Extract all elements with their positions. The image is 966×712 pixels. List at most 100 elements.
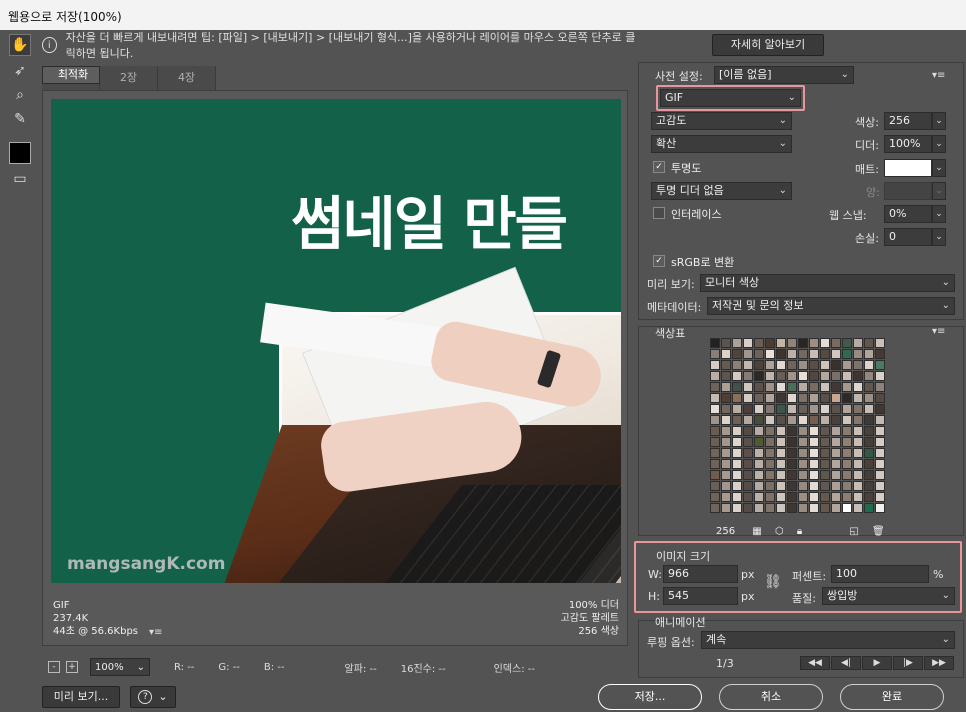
color-swatch[interactable] (743, 360, 753, 370)
color-swatch[interactable] (765, 338, 775, 348)
color-swatch[interactable] (710, 481, 720, 491)
color-swatch[interactable] (875, 349, 885, 359)
color-swatch[interactable] (842, 470, 852, 480)
color-swatch[interactable] (721, 470, 731, 480)
color-swatch[interactable] (820, 503, 830, 513)
color-swatch[interactable] (787, 448, 797, 458)
cancel-button[interactable]: 취소 (719, 684, 823, 710)
color-swatch[interactable] (787, 371, 797, 381)
color-swatch[interactable] (732, 437, 742, 447)
color-swatch[interactable] (842, 371, 852, 381)
color-swatch[interactable] (721, 459, 731, 469)
color-swatch[interactable] (875, 415, 885, 425)
color-swatch[interactable] (743, 448, 753, 458)
color-swatch[interactable] (875, 481, 885, 491)
color-swatch[interactable] (831, 415, 841, 425)
color-swatch[interactable] (809, 371, 819, 381)
color-swatch[interactable] (820, 448, 830, 458)
color-swatch[interactable] (809, 492, 819, 502)
color-swatch[interactable] (831, 459, 841, 469)
color-swatch[interactable] (765, 371, 775, 381)
color-swatch[interactable] (721, 415, 731, 425)
tab-2up[interactable]: 2장 (100, 66, 158, 90)
color-swatch[interactable] (732, 338, 742, 348)
color-swatch[interactable] (732, 349, 742, 359)
color-swatch[interactable] (776, 360, 786, 370)
color-swatch[interactable] (842, 349, 852, 359)
lossy-field[interactable]: 0 (884, 228, 932, 246)
color-table-menu-icon[interactable]: ▾≡ (932, 326, 945, 337)
browser-select[interactable]: ? ⌄ (130, 686, 176, 708)
color-swatch[interactable] (831, 371, 841, 381)
color-swatch[interactable] (776, 426, 786, 436)
color-swatch[interactable] (853, 382, 863, 392)
color-swatch[interactable] (798, 360, 808, 370)
reduction-select[interactable]: 고감도 ⌄ (651, 112, 792, 130)
color-swatch[interactable] (743, 470, 753, 480)
color-swatch[interactable] (831, 503, 841, 513)
zoom-tool-icon[interactable]: ⌕ (9, 84, 31, 106)
color-swatch[interactable] (842, 415, 852, 425)
color-swatch[interactable] (798, 415, 808, 425)
color-swatch[interactable] (743, 349, 753, 359)
height-field[interactable]: 545 (663, 587, 738, 605)
delete-color-icon[interactable]: 🗑︎ (872, 526, 885, 537)
color-swatch[interactable] (732, 470, 742, 480)
color-swatch[interactable] (721, 382, 731, 392)
transparency-checkbox[interactable]: ✓ (653, 161, 665, 173)
color-swatch[interactable] (721, 492, 731, 502)
color-swatch[interactable] (842, 492, 852, 502)
color-swatch[interactable] (853, 481, 863, 491)
color-swatch[interactable] (743, 371, 753, 381)
color-swatch[interactable] (721, 448, 731, 458)
color-swatch[interactable] (809, 393, 819, 403)
color-swatch[interactable] (732, 415, 742, 425)
color-swatch[interactable] (820, 349, 830, 359)
color-swatch[interactable] (721, 338, 731, 348)
color-swatch[interactable] (754, 470, 764, 480)
color-swatch[interactable] (787, 360, 797, 370)
websnap-dropdown-icon[interactable]: ⌄ (932, 205, 946, 223)
color-table-grid[interactable] (710, 338, 886, 514)
color-swatch[interactable] (842, 481, 852, 491)
color-swatch[interactable] (853, 404, 863, 414)
color-swatch[interactable] (732, 492, 742, 502)
color-swatch[interactable] (754, 437, 764, 447)
color-swatch[interactable] (765, 470, 775, 480)
interlace-checkbox[interactable] (653, 207, 665, 219)
transparency-dither-select[interactable]: 투명 디더 없음 ⌄ (651, 182, 792, 200)
color-swatch[interactable] (842, 426, 852, 436)
color-swatch[interactable] (710, 393, 720, 403)
color-swatch[interactable] (875, 437, 885, 447)
color-swatch[interactable] (721, 426, 731, 436)
color-swatch[interactable] (754, 481, 764, 491)
map-color-icon[interactable]: ▦ (752, 526, 761, 537)
color-swatch[interactable] (875, 448, 885, 458)
new-color-icon[interactable]: ◱ (849, 526, 858, 537)
color-swatch[interactable] (820, 481, 830, 491)
color-swatch[interactable] (776, 448, 786, 458)
color-swatch[interactable] (831, 448, 841, 458)
color-swatch[interactable] (831, 481, 841, 491)
preset-select[interactable]: [이름 없음] ⌄ (714, 66, 854, 84)
color-swatch[interactable] (776, 404, 786, 414)
color-swatch[interactable] (798, 437, 808, 447)
color-swatch[interactable] (787, 393, 797, 403)
matte-swatch[interactable] (884, 159, 932, 177)
color-swatch[interactable] (754, 404, 764, 414)
color-swatch[interactable] (721, 404, 731, 414)
color-swatch[interactable] (732, 393, 742, 403)
color-swatch[interactable] (842, 503, 852, 513)
color-swatch[interactable] (754, 415, 764, 425)
color-swatch[interactable] (864, 349, 874, 359)
color-swatch[interactable] (776, 470, 786, 480)
color-swatch[interactable] (820, 404, 830, 414)
zoom-select[interactable]: 100% ⌄ (90, 658, 150, 676)
link-chain-icon[interactable]: ⛓ (764, 574, 782, 590)
color-swatch[interactable] (732, 360, 742, 370)
color-swatch[interactable] (732, 426, 742, 436)
color-swatch[interactable] (853, 470, 863, 480)
color-swatch[interactable] (710, 404, 720, 414)
color-swatch[interactable] (787, 481, 797, 491)
color-swatch[interactable] (798, 382, 808, 392)
